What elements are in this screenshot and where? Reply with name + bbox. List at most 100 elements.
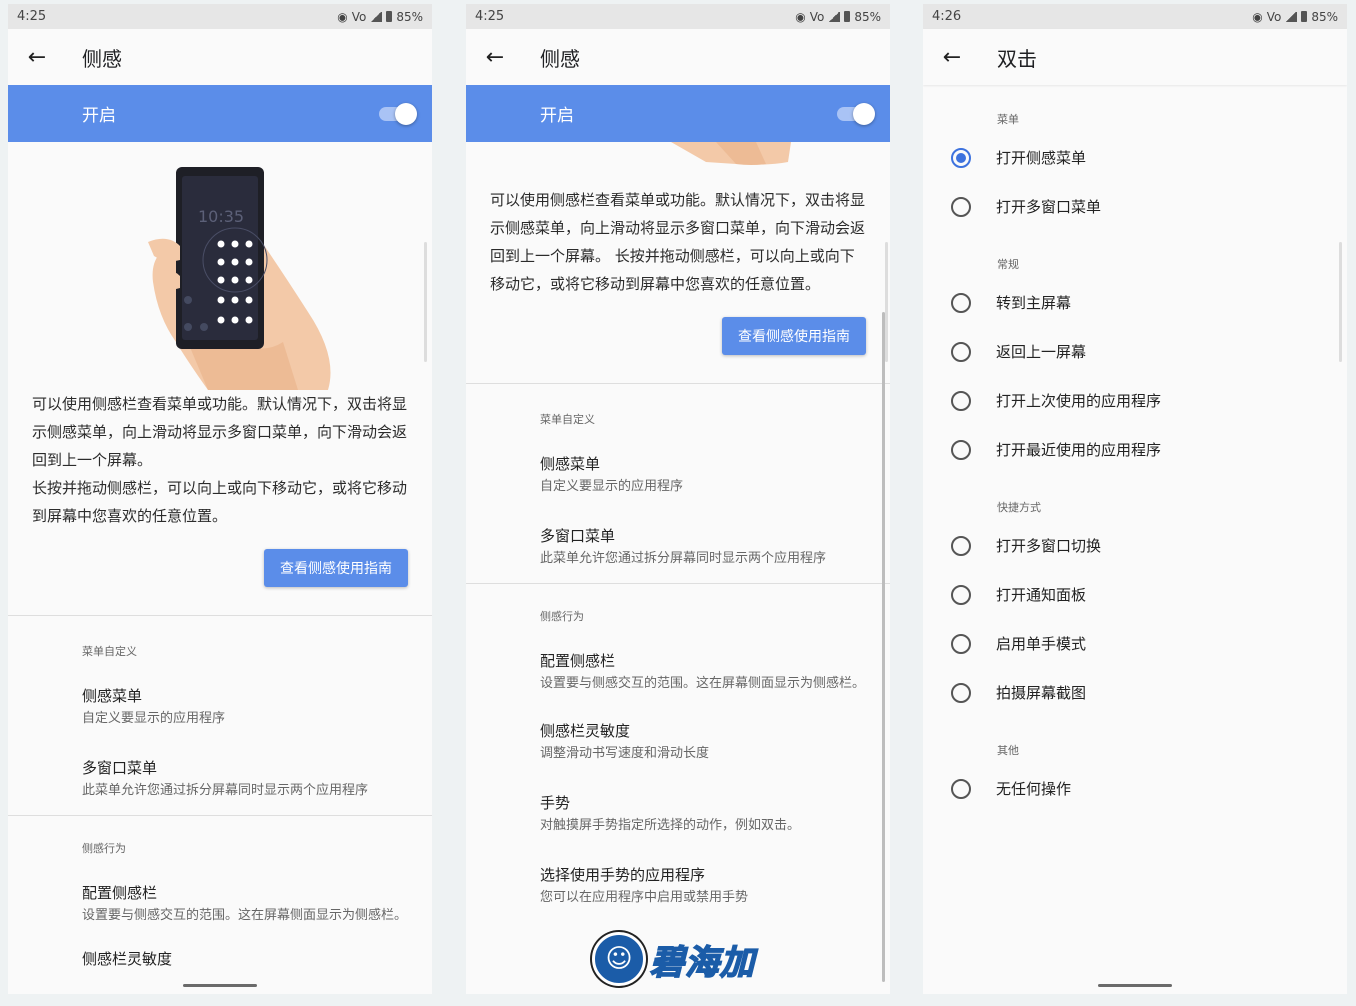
hand-phone-illustration: 10:35 — [8, 142, 432, 390]
divider — [466, 583, 890, 584]
list-item-multi-window-menu[interactable]: 多窗口菜单 此菜单允许您通过拆分屏幕同时显示两个应用程序 — [8, 757, 432, 801]
master-switch-label: 开启 — [82, 106, 116, 126]
view-guide-button[interactable]: 查看侧感使用指南 — [722, 317, 866, 355]
radio-last-app[interactable]: 打开上次使用的应用程序 — [951, 390, 1161, 411]
battery-level: 85% — [396, 9, 423, 24]
list-item-gestures[interactable]: 手势 对触摸屏手势指定所选择的动作，例如双击。 — [466, 792, 890, 836]
radio-button[interactable] — [951, 682, 971, 703]
status-time: 4:25 — [17, 9, 47, 24]
radio-button[interactable] — [951, 584, 971, 605]
volte-icon: Vo — [809, 9, 825, 24]
page-title: 侧感 — [540, 46, 580, 71]
back-arrow-icon[interactable]: ← — [467, 29, 523, 85]
radio-recent-apps[interactable]: 打开最近使用的应用程序 — [951, 439, 1161, 460]
divider — [8, 815, 432, 816]
radio-go-home[interactable]: 转到主屏幕 — [951, 292, 1071, 313]
list-item-sensitivity[interactable]: 侧感栏灵敏度 调整滑动书写速度和滑动长度 — [466, 720, 890, 764]
battery-icon — [1301, 11, 1308, 22]
illustration-partial — [466, 142, 890, 166]
hand-illustration-fragment — [671, 142, 791, 165]
master-switch-bar[interactable]: 开启 — [466, 85, 890, 142]
radio-button[interactable] — [951, 778, 971, 799]
radio-no-action[interactable]: 无任何操作 — [951, 778, 1071, 799]
list-item-side-sense-menu[interactable]: 侧感菜单 自定义要显示的应用程序 — [8, 685, 432, 729]
list-item-sensitivity[interactable]: 侧感栏灵敏度 — [8, 948, 432, 969]
section-header-menu-customization: 菜单自定义 — [82, 645, 137, 658]
screen-side-sense-scrolled: 4:25 ◉ Vo 85% ← 侧感 开启 可以使用侧感栏查看菜单或功能。默认情… — [466, 4, 890, 994]
enable-toggle[interactable] — [837, 102, 875, 125]
group-header-shortcuts: 快捷方式 — [997, 501, 1041, 514]
wifi-icon: ◉ — [795, 9, 806, 24]
app-bar: ← 侧感 — [466, 29, 890, 85]
radio-multi-window-switch[interactable]: 打开多窗口切换 — [951, 535, 1101, 556]
list-item-configure-bar[interactable]: 配置侧感栏 设置要与侧感交互的范围。这在屏幕侧面显示为侧感栏。 — [466, 650, 890, 694]
gesture-nav-bar[interactable] — [1098, 984, 1172, 987]
status-time: 4:26 — [932, 9, 962, 24]
app-bar: ← 双击 — [923, 29, 1347, 85]
feature-description: 可以使用侧感栏查看菜单或功能。默认情况下，双击将显示侧感菜单，向上滑动将显示多窗… — [32, 395, 408, 525]
app-bar: ← 侧感 — [8, 29, 432, 85]
master-switch-label: 开启 — [540, 106, 574, 126]
radio-button[interactable] — [951, 439, 971, 460]
side-sense-bar[interactable] — [1339, 242, 1342, 362]
radio-button-selected[interactable] — [951, 147, 971, 168]
divider — [8, 615, 432, 616]
back-arrow-icon[interactable]: ← — [9, 29, 65, 85]
volte-icon: Vo — [1266, 9, 1282, 24]
list-item-multi-window-menu[interactable]: 多窗口菜单 此菜单允许您通过拆分屏幕同时显示两个应用程序 — [466, 525, 890, 569]
radio-screenshot[interactable]: 拍摄屏幕截图 — [951, 682, 1086, 703]
signal-icon — [828, 11, 841, 22]
radio-open-multi-window-menu[interactable]: 打开多窗口菜单 — [951, 196, 1101, 217]
volte-icon: Vo — [351, 9, 367, 24]
page-title: 双击 — [997, 46, 1037, 71]
enable-toggle[interactable] — [379, 102, 417, 125]
battery-icon — [844, 11, 851, 22]
radio-button[interactable] — [951, 535, 971, 556]
wifi-icon: ◉ — [1252, 9, 1263, 24]
gesture-nav-bar[interactable] — [183, 984, 257, 987]
divider — [466, 383, 890, 384]
phone-clock: 10:35 — [198, 207, 244, 226]
watermark-text: 碧海加 — [649, 942, 755, 984]
radio-button[interactable] — [951, 292, 971, 313]
radio-open-side-sense-menu[interactable]: 打开侧感菜单 — [951, 147, 1086, 168]
scrollbar[interactable] — [424, 242, 427, 362]
section-header-behavior: 侧感行为 — [540, 610, 584, 623]
radio-button[interactable] — [951, 341, 971, 362]
radio-one-hand-mode[interactable]: 启用单手模式 — [951, 633, 1086, 654]
illustration-svg: 10:35 — [148, 167, 331, 390]
radio-back[interactable]: 返回上一屏幕 — [951, 341, 1086, 362]
mascot-face-icon: ☺ — [592, 932, 646, 986]
side-sense-bar[interactable] — [885, 242, 888, 362]
list-item-side-sense-menu[interactable]: 侧感菜单 自定义要显示的应用程序 — [466, 453, 890, 497]
screen-double-tap: 4:26 ◉ Vo 85% ← 双击 菜单 打开侧感菜单 打开多窗口菜单 常规 … — [923, 4, 1347, 994]
master-switch-bar[interactable]: 开启 — [8, 85, 432, 142]
list-item-gesture-apps[interactable]: 选择使用手势的应用程序 您可以在应用程序中启用或禁用手势 — [466, 864, 890, 908]
status-bar: 4:25 ◉ Vo 85% — [466, 4, 890, 29]
back-arrow-icon[interactable]: ← — [924, 29, 980, 85]
signal-icon — [1285, 11, 1298, 22]
radio-button[interactable] — [951, 390, 971, 411]
page-title: 侧感 — [82, 46, 122, 71]
radio-notification-panel[interactable]: 打开通知面板 — [951, 584, 1086, 605]
watermark-logo: ☺ 碧海加 — [592, 932, 755, 986]
status-time: 4:25 — [475, 9, 505, 24]
wifi-icon: ◉ — [337, 9, 348, 24]
list-item-configure-bar[interactable]: 配置侧感栏 设置要与侧感交互的范围。这在屏幕侧面显示为侧感栏。 — [8, 882, 432, 926]
scrollbar[interactable] — [882, 312, 885, 982]
section-header-behavior: 侧感行为 — [82, 842, 126, 855]
group-header-general: 常规 — [997, 258, 1019, 271]
radio-button[interactable] — [951, 633, 971, 654]
status-bar: 4:25 ◉ Vo 85% — [8, 4, 432, 29]
signal-icon — [370, 11, 383, 22]
status-bar: 4:26 ◉ Vo 85% — [923, 4, 1347, 29]
radio-button[interactable] — [951, 196, 971, 217]
battery-level: 85% — [1311, 9, 1338, 24]
group-header-other: 其他 — [997, 744, 1019, 757]
section-header-menu-customization: 菜单自定义 — [540, 413, 595, 426]
battery-icon — [386, 11, 393, 22]
battery-level: 85% — [854, 9, 881, 24]
view-guide-button[interactable]: 查看侧感使用指南 — [264, 549, 408, 587]
group-header-menu: 菜单 — [997, 113, 1019, 126]
screen-side-sense: 4:25 ◉ Vo 85% ← 侧感 开启 10:35 可以使用侧感栏查看菜单或… — [8, 4, 432, 994]
